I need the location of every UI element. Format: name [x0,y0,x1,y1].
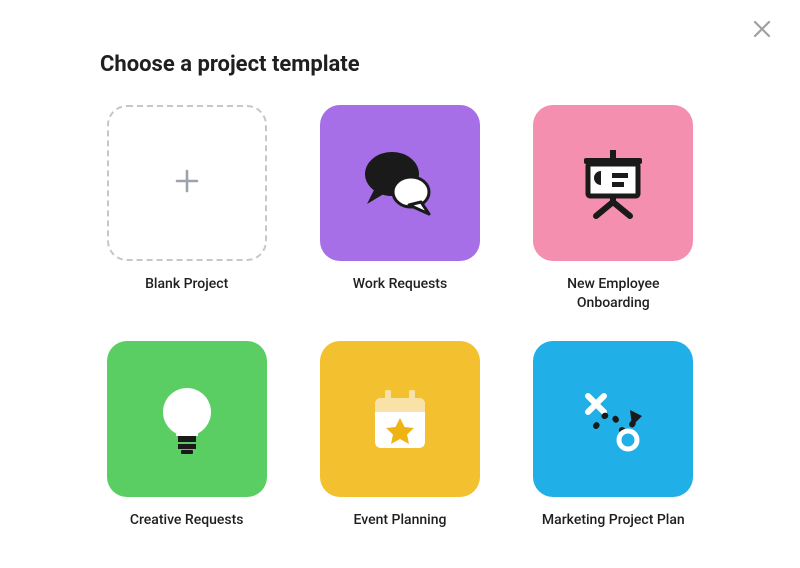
presentation-board-icon [568,138,658,228]
template-tile-onboarding[interactable]: New Employee Onboarding [527,105,700,313]
template-grid: Blank Project Work Requests [100,105,700,530]
close-button[interactable] [750,18,774,42]
calendar-star-icon [355,374,445,464]
tile-label: Event Planning [354,511,447,530]
tile-box [320,105,480,261]
strategy-icon [568,374,658,464]
tile-box [107,341,267,497]
plus-icon [173,167,201,199]
tile-label: Blank Project [145,275,228,294]
template-tile-marketing[interactable]: Marketing Project Plan [527,341,700,530]
tile-label: Creative Requests [130,511,244,530]
blank-tile-box [107,105,267,261]
template-tile-event[interactable]: Event Planning [313,341,486,530]
page-title: Choose a project template [100,52,700,77]
tile-box [320,341,480,497]
speech-bubbles-icon [355,138,445,228]
template-tile-creative[interactable]: Creative Requests [100,341,273,530]
tile-label: New Employee Onboarding [533,275,693,313]
lightbulb-icon [142,374,232,464]
template-tile-blank[interactable]: Blank Project [100,105,273,313]
tile-label: Work Requests [353,275,447,294]
tile-box [533,341,693,497]
tile-label: Marketing Project Plan [542,511,685,530]
tile-box [533,105,693,261]
template-tile-work-requests[interactable]: Work Requests [313,105,486,313]
close-icon [752,19,772,42]
